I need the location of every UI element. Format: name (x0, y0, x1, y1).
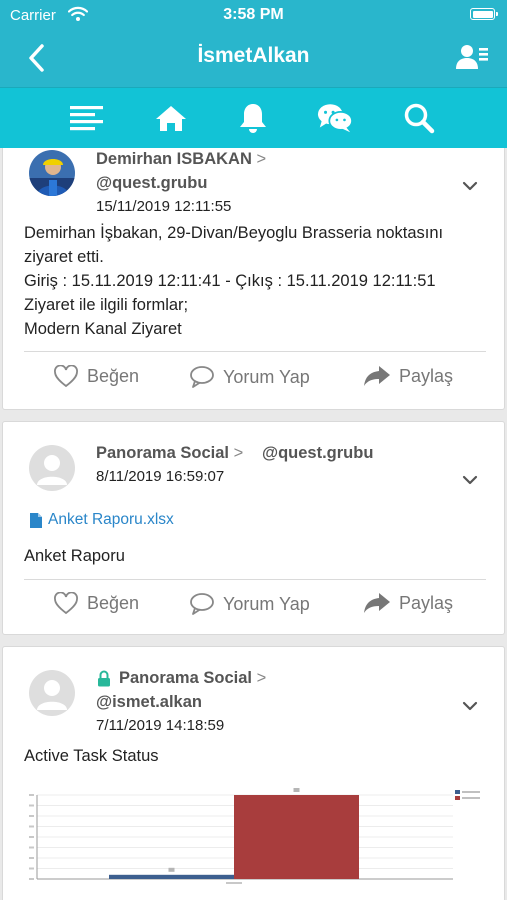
toolbar (0, 87, 507, 148)
chart-legend-swatch (455, 790, 460, 794)
comment-icon (190, 366, 214, 388)
heart-icon (54, 592, 78, 615)
post-body: Anket Raporu (24, 544, 490, 568)
chart-tick-label (29, 794, 34, 796)
page-title: İsmetAlkan (197, 44, 310, 67)
chart-tick-label (29, 846, 34, 849)
chart-legend-swatch (455, 796, 460, 800)
post-group[interactable]: @quest.grubu (262, 444, 373, 463)
battery-icon (470, 8, 498, 20)
comment-button[interactable]: Yorum Yap (189, 592, 310, 616)
post-body-line: ziyaret etti. (24, 248, 104, 266)
chart-bar (234, 795, 359, 879)
chevron-down-icon[interactable] (462, 181, 478, 191)
post-body: Active Task Status (24, 744, 490, 768)
file-icon (30, 512, 42, 528)
attachment-link[interactable]: Anket Raporu.xlsx (29, 511, 174, 529)
post-body-line: Demirhan İşbakan, 29-Divan/Beyoglu Brass… (24, 224, 444, 242)
post-body-line: Modern Kanal Ziyaret (24, 320, 182, 338)
home-icon[interactable] (153, 101, 189, 135)
comment-label: Yorum Yap (223, 366, 310, 387)
divider (24, 351, 486, 352)
comment-icon (190, 593, 214, 615)
post-date: 7/11/2019 14:18:59 (96, 717, 225, 734)
like-button[interactable]: Beğen (53, 592, 139, 615)
share-button[interactable]: Paylaş (363, 592, 453, 614)
chart-tick-label (29, 878, 34, 880)
task-status-chart (27, 787, 489, 887)
post-author[interactable]: Demirhan ISBAKAN > (96, 150, 266, 169)
avatar[interactable] (29, 670, 75, 716)
post-date: 8/11/2019 16:59:07 (96, 468, 225, 485)
menu-icon[interactable] (69, 101, 105, 135)
post-group[interactable]: @ismet.alkan (96, 693, 202, 712)
divider (24, 579, 486, 580)
chat-icon[interactable] (317, 101, 353, 135)
bell-icon[interactable] (235, 101, 271, 135)
chart-data-label (293, 788, 300, 792)
post-body-line: Ziyaret ile ilgili formlar; (24, 296, 189, 314)
share-button[interactable]: Paylaş (363, 365, 453, 387)
chart-category-label (226, 882, 242, 884)
share-label: Paylaş (399, 365, 454, 386)
lock-icon (98, 670, 110, 687)
post-body-line: Active Task Status (24, 747, 159, 765)
search-icon[interactable] (401, 101, 437, 135)
avatar[interactable] (29, 445, 75, 491)
chevron-down-icon[interactable] (462, 701, 478, 711)
chart-tick-label (29, 836, 34, 838)
chart-tick-label (29, 804, 34, 807)
share-icon (364, 366, 390, 386)
post-group[interactable]: @quest.grubu (96, 174, 207, 193)
post-body-line: Giriş : 15.11.2019 12:11:41 - Çıkış : 15… (24, 272, 436, 290)
chart-tick-label (29, 857, 34, 859)
chart-tick-label (29, 825, 34, 828)
post-author[interactable]: Panorama Social > (119, 669, 266, 688)
chart-legend-label (462, 797, 480, 799)
feed: Demirhan ISBAKAN > @quest.grubu 15/11/20… (0, 148, 507, 900)
nav-bar: İsmetAlkan (0, 30, 507, 87)
chart-legend-label (462, 791, 480, 793)
contact-card-icon[interactable] (455, 42, 489, 72)
post-date: 15/11/2019 12:11:55 (96, 198, 232, 215)
like-button[interactable]: Beğen (53, 365, 139, 388)
post-body-line: Anket Raporu (24, 547, 125, 565)
comment-label: Yorum Yap (223, 593, 310, 614)
status-bar: Carrier 3:58 PM (0, 0, 507, 30)
chart-data-label (168, 867, 175, 872)
like-label: Beğen (87, 593, 140, 613)
post-card: Panorama Social > @ismet.alkan 7/11/2019… (2, 646, 505, 900)
clock: 3:58 PM (223, 6, 284, 23)
heart-icon (54, 365, 78, 388)
chart-bar (109, 874, 234, 879)
chart-tick-label (29, 867, 34, 870)
comment-button[interactable]: Yorum Yap (189, 365, 310, 389)
share-icon (364, 593, 390, 613)
like-label: Beğen (87, 366, 140, 386)
post-author[interactable]: Panorama Social > (96, 444, 243, 463)
post-card: Demirhan ISBAKAN > @quest.grubu 15/11/20… (2, 148, 505, 410)
share-label: Paylaş (399, 592, 454, 613)
post-card: Panorama Social > @quest.grubu 8/11/2019… (2, 421, 505, 635)
chevron-down-icon[interactable] (462, 475, 478, 485)
attachment-name: Anket Raporu.xlsx (48, 511, 174, 528)
avatar[interactable] (29, 150, 75, 196)
post-body: Demirhan İşbakan, 29-Divan/Beyoglu Brass… (24, 221, 490, 341)
chart-tick-label (29, 815, 34, 817)
